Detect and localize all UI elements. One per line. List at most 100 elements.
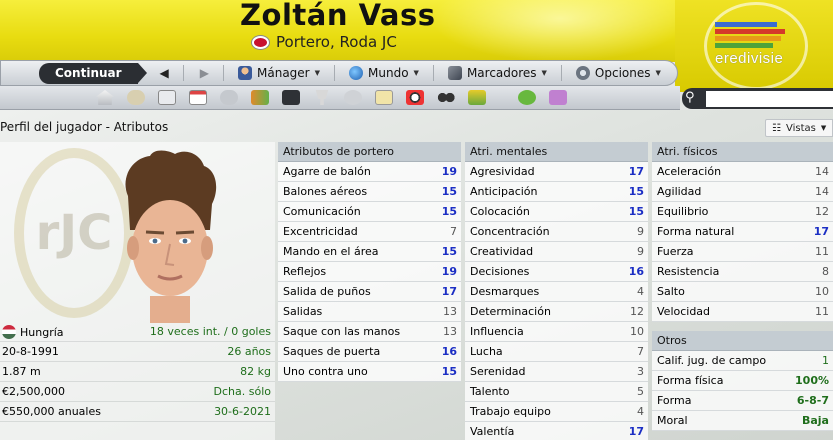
goalkeeper-attribute-row: Comunicación 15 xyxy=(278,202,461,222)
mental-attribute-value: 5 xyxy=(637,385,644,398)
news-icon[interactable] xyxy=(158,90,176,105)
world-menu[interactable]: Mundo ▼ xyxy=(349,66,419,80)
toolbar xyxy=(0,86,680,110)
mental-attribute-label: Trabajo equipo xyxy=(470,405,551,418)
other-stat-row: Forma física 100% xyxy=(652,371,833,391)
club-emblem: rJC xyxy=(14,148,134,318)
physical-attribute-value: 11 xyxy=(815,245,829,258)
physical-attribute-label: Equilibrio xyxy=(657,205,709,218)
goalkeeper-attribute-label: Saques de puerta xyxy=(283,345,381,358)
squad-icon[interactable] xyxy=(127,90,145,105)
back-arrow-icon[interactable]: ◀ xyxy=(160,66,169,80)
chevron-down-icon: ▼ xyxy=(314,69,321,77)
mental-attribute-value: 10 xyxy=(630,325,644,338)
goalkeeper-attribute-row: Balones aéreos 15 xyxy=(278,182,461,202)
finance-icon[interactable] xyxy=(468,90,486,105)
options-menu[interactable]: Opciones ▼ xyxy=(575,66,661,80)
home-icon[interactable] xyxy=(96,90,114,105)
goalkeeper-attribute-value: 16 xyxy=(441,345,457,358)
match-icon[interactable] xyxy=(406,90,424,105)
forward-arrow-icon[interactable]: ▶ xyxy=(200,66,209,80)
mental-attribute-value: 3 xyxy=(637,365,644,378)
other-stat-value: 100% xyxy=(795,374,829,387)
physical-attribute-label: Fuerza xyxy=(657,245,694,258)
value-foot-row: €2,500,000 Dcha. sólo xyxy=(0,382,275,402)
search-icon[interactable]: ⚲ xyxy=(685,90,695,105)
goalkeeper-attributes-header: Atributos de portero xyxy=(278,142,461,162)
mental-attribute-value: 4 xyxy=(637,285,644,298)
mental-attribute-row: Determinación 12 xyxy=(465,302,648,322)
goalkeeper-attribute-value: 13 xyxy=(443,325,457,338)
question-icon[interactable] xyxy=(549,90,567,105)
player-face xyxy=(125,150,217,323)
physical-attribute-row: Agilidad 14 xyxy=(652,182,833,202)
goalkeeper-attribute-row: Salidas 13 xyxy=(278,302,461,322)
scores-menu[interactable]: Marcadores ▼ xyxy=(447,66,547,80)
scores-icon xyxy=(447,66,462,80)
player-position-club[interactable]: Portero, Roda JC xyxy=(276,33,397,51)
mental-attribute-value: 7 xyxy=(637,345,644,358)
other-stat-value: 6-8-7 xyxy=(796,394,829,407)
physical-attribute-label: Salto xyxy=(657,285,685,298)
other-stat-label: Forma física xyxy=(657,374,724,387)
mental-attribute-label: Desmarques xyxy=(470,285,540,298)
trophy-icon[interactable] xyxy=(315,90,329,105)
physical-attribute-label: Velocidad xyxy=(657,305,711,318)
mental-attribute-row: Decisiones 16 xyxy=(465,262,648,282)
calendar-icon[interactable] xyxy=(189,90,207,105)
mental-attribute-row: Influencia 10 xyxy=(465,322,648,342)
mental-attribute-row: Concentración 9 xyxy=(465,222,648,242)
physical-attribute-row: Forma natural 17 xyxy=(652,222,833,242)
physical-attribute-label: Forma natural xyxy=(657,225,735,238)
manager-menu[interactable]: Mánager ▼ xyxy=(238,66,320,80)
views-button[interactable]: ☷ Vistas ▼ xyxy=(765,119,833,137)
goalkeeper-attribute-label: Balones aéreos xyxy=(283,185,368,198)
physical-attribute-row: Fuerza 11 xyxy=(652,242,833,262)
transfers-icon[interactable] xyxy=(251,90,269,105)
others-header: Otros xyxy=(652,331,833,351)
goalkeeper-attribute-label: Comunicación xyxy=(283,205,361,218)
tactics-icon[interactable] xyxy=(282,90,300,105)
player-name: Zoltán Vass xyxy=(240,0,436,32)
staff-icon[interactable] xyxy=(220,90,238,105)
goalkeeper-attribute-value: 15 xyxy=(441,245,457,258)
mental-attribute-row: Valentía 17 xyxy=(465,422,648,440)
wage-contract-row: €550,000 anuales 30-6-2021 xyxy=(0,402,275,422)
mental-attribute-value: 12 xyxy=(630,305,644,318)
goalkeeper-attribute-value: 17 xyxy=(441,285,457,298)
goalkeeper-attribute-row: Uno contra uno 15 xyxy=(278,362,461,382)
search-input[interactable] xyxy=(706,91,833,107)
help-icon[interactable] xyxy=(518,90,536,105)
section-title: Perfil del jugador - Atributos xyxy=(0,120,169,134)
notes-icon[interactable] xyxy=(375,90,393,105)
continue-button[interactable]: Continuar xyxy=(39,62,147,84)
binoculars-icon[interactable] xyxy=(437,90,455,105)
other-stat-value: 1 xyxy=(822,354,829,367)
physical-attribute-row: Equilibrio 12 xyxy=(652,202,833,222)
goalkeeper-attribute-row: Excentricidad 7 xyxy=(278,222,461,242)
mental-attribute-value: 9 xyxy=(637,225,644,238)
goalkeeper-attribute-value: 15 xyxy=(441,205,457,218)
mental-attribute-label: Valentía xyxy=(470,425,515,438)
mental-attribute-row: Lucha 7 xyxy=(465,342,648,362)
goalkeeper-attribute-label: Excentricidad xyxy=(283,225,358,238)
goalkeeper-attribute-label: Agarre de balón xyxy=(283,165,371,178)
mental-attribute-row: Anticipación 15 xyxy=(465,182,648,202)
physical-attribute-value: 17 xyxy=(813,225,829,238)
player-info-table: Hungría 18 veces int. / 0 goles 20-8-199… xyxy=(0,322,275,422)
scouting-icon[interactable] xyxy=(344,90,362,105)
goalkeeper-attributes: Atributos de portero Agarre de balón 19 Ba… xyxy=(278,142,461,382)
options-icon xyxy=(575,66,590,80)
goalkeeper-attribute-value: 19 xyxy=(441,165,457,178)
mental-attribute-value: 15 xyxy=(628,185,644,198)
chevron-down-icon: ▼ xyxy=(820,124,827,132)
other-stat-label: Forma xyxy=(657,394,692,407)
physical-attribute-label: Aceleración xyxy=(657,165,722,178)
mental-attribute-value: 15 xyxy=(628,205,644,218)
goalkeeper-attribute-value: 15 xyxy=(441,365,457,378)
physical-attribute-row: Salto 10 xyxy=(652,282,833,302)
physical-attributes-header: Atri. físicos xyxy=(652,142,833,162)
goalkeeper-attribute-label: Saque con las manos xyxy=(283,325,401,338)
views-icon: ☷ xyxy=(772,122,781,134)
mental-attribute-label: Lucha xyxy=(470,345,503,358)
